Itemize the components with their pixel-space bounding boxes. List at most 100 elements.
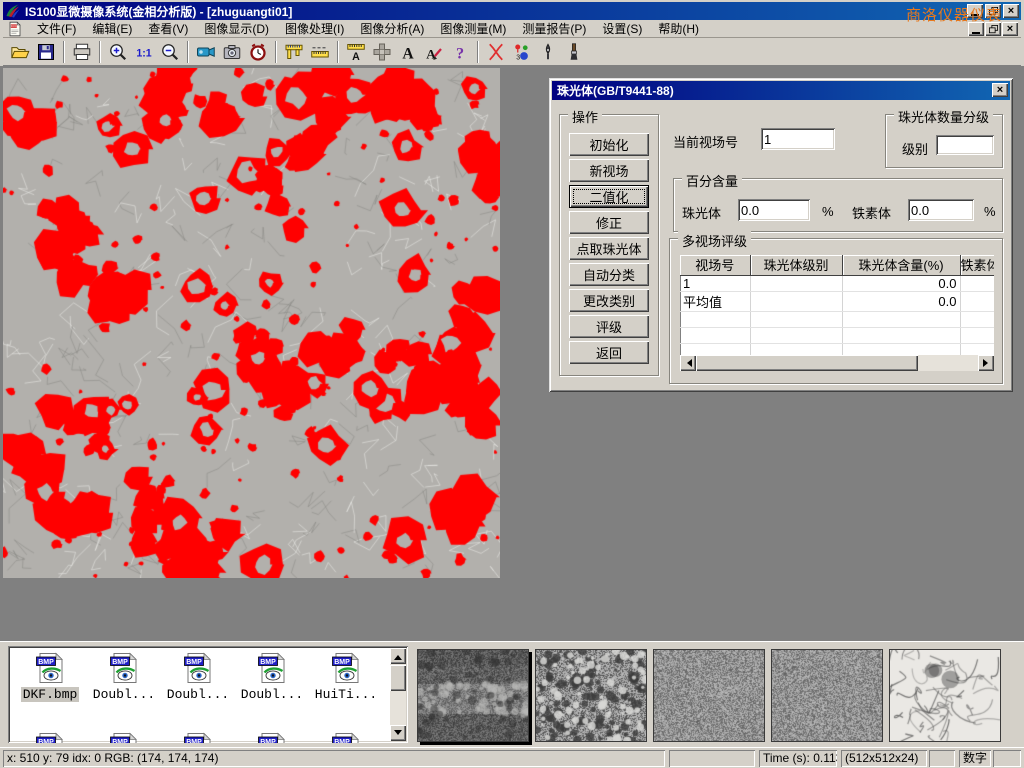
file-item-partial[interactable]: BMP	[162, 732, 234, 743]
vscroll-thumb[interactable]	[390, 665, 406, 691]
op-button-9[interactable]: 返回	[569, 341, 649, 364]
tool-count-tool-button[interactable]: 3	[509, 40, 535, 64]
mdi-minimize-button[interactable]	[968, 22, 984, 36]
dialog-title-bar[interactable]: 珠光体(GB/T9441-88) ×	[552, 81, 1010, 100]
tool-open-folder-button[interactable]	[7, 40, 33, 64]
table-col-header[interactable]: 珠光体含量(%)	[842, 255, 960, 275]
op-button-7[interactable]: 更改类别	[569, 289, 649, 312]
table-col-header[interactable]: 视场号	[680, 255, 750, 275]
table-row[interactable]	[680, 343, 994, 355]
scroll-left-button[interactable]	[680, 355, 696, 371]
file-scroll-down-button[interactable]	[390, 725, 406, 741]
menu-item-5[interactable]: 图像处理(I)	[277, 19, 352, 38]
file-item[interactable]: BMPDoubl...	[162, 652, 234, 702]
document-icon[interactable]: DOC	[7, 21, 23, 37]
window-title: IS100显微摄像系统(金相分析版) - [zhuguangti01]	[25, 3, 292, 20]
op-button-6[interactable]: 自动分类	[569, 263, 649, 286]
hscroll-thumb[interactable]	[696, 355, 918, 371]
svg-text:BMP: BMP	[186, 739, 202, 743]
menu-item-9[interactable]: 设置(S)	[594, 19, 650, 38]
table-hscrollbar[interactable]	[680, 355, 994, 371]
tool-save-button[interactable]	[33, 40, 59, 64]
file-item[interactable]: BMPDKF.bmp	[14, 652, 86, 702]
video-camera-icon	[196, 42, 216, 62]
file-list-vscrollbar[interactable]	[390, 648, 406, 741]
menu-item-4[interactable]: 图像显示(D)	[196, 19, 277, 38]
tool-annotate-button[interactable]: A	[421, 40, 447, 64]
mdi-close-button[interactable]: ×	[1002, 22, 1018, 36]
ferrite-percent-input[interactable]	[908, 199, 974, 221]
table-row[interactable]: 10.0	[680, 275, 994, 291]
menu-item-7[interactable]: 图像测量(M)	[432, 19, 514, 38]
tool-brush-tool-button[interactable]	[561, 40, 587, 64]
grade-group: 珠光体数量分级 级别	[885, 114, 1003, 168]
thumbnail-5[interactable]	[889, 649, 1001, 742]
file-item-partial[interactable]: BMP	[14, 732, 86, 743]
tool-zoom-out-button[interactable]	[157, 40, 183, 64]
table-row[interactable]	[680, 327, 994, 343]
thumbnail-2[interactable]	[535, 649, 647, 742]
table-cell	[960, 311, 994, 327]
dialog-close-button[interactable]: ×	[992, 83, 1008, 97]
bmp-file-icon: BMP	[182, 652, 214, 684]
status-bar: x: 510 y: 79 idx: 0 RGB: (174, 174, 174)…	[0, 747, 1024, 768]
close-button[interactable]: ×	[1003, 4, 1019, 18]
current-view-input[interactable]	[761, 128, 835, 150]
tool-pen-tool-button[interactable]	[535, 40, 561, 64]
tool-curve-tool-button[interactable]	[483, 40, 509, 64]
file-list[interactable]: BMPDKF.bmpBMPDoubl...BMPDoubl...BMPDoubl…	[8, 646, 408, 743]
file-scroll-up-button[interactable]	[390, 648, 406, 664]
tool-help-button[interactable]: ?	[447, 40, 473, 64]
file-item-partial[interactable]: BMP	[310, 732, 382, 743]
tool-video-camera-button[interactable]	[193, 40, 219, 64]
tool-caliper-button[interactable]	[281, 40, 307, 64]
table-row[interactable]	[680, 311, 994, 327]
file-item[interactable]: BMPHuiTi...	[310, 652, 382, 702]
scroll-right-button[interactable]	[978, 355, 994, 371]
op-button-2[interactable]: 新视场	[569, 159, 649, 182]
op-button-8[interactable]: 评级	[569, 315, 649, 338]
op-button-3[interactable]: 二值化	[569, 185, 649, 208]
thumbnail-1[interactable]	[417, 649, 529, 742]
menu-item-3[interactable]: 查看(V)	[140, 19, 196, 38]
grade-input[interactable]	[936, 135, 994, 155]
file-item[interactable]: BMPDoubl...	[236, 652, 308, 702]
tool-text-button[interactable]: A	[395, 40, 421, 64]
tool-grid-tool-button[interactable]	[369, 40, 395, 64]
menu-item-10[interactable]: 帮助(H)	[650, 19, 707, 38]
file-item[interactable]: BMPDoubl...	[88, 652, 160, 702]
dialog-title: 珠光体(GB/T9441-88)	[557, 82, 674, 99]
table-cell	[750, 291, 842, 311]
micrograph-canvas[interactable]	[3, 68, 500, 578]
thumbnail-3[interactable]	[653, 649, 765, 742]
mdi-restore-button[interactable]	[985, 22, 1001, 36]
op-button-5[interactable]: 点取珠光体	[569, 237, 649, 260]
op-button-1[interactable]: 初始化	[569, 133, 649, 156]
minimize-button[interactable]	[967, 4, 983, 18]
menu-item-1[interactable]: 文件(F)	[29, 19, 84, 38]
tool-ruler-button[interactable]	[307, 40, 333, 64]
menu-item-2[interactable]: 编辑(E)	[84, 19, 140, 38]
measure-font-icon: A	[346, 42, 366, 62]
multi-view-table-wrap[interactable]: 视场号珠光体级别珠光体含量(%)铁素体含量(%)10.0平均值0.0	[680, 255, 994, 355]
svg-text:BMP: BMP	[334, 659, 350, 666]
op-button-4[interactable]: 修正	[569, 211, 649, 234]
pearlite-percent-input[interactable]	[738, 199, 810, 221]
tool-zoom-in-button[interactable]	[105, 40, 131, 64]
menu-item-6[interactable]: 图像分析(A)	[352, 19, 432, 38]
file-item-partial[interactable]: BMP	[88, 732, 160, 743]
table-cell	[960, 291, 994, 311]
table-col-header[interactable]: 铁素体含量(%)	[960, 255, 994, 275]
tool-clock-button[interactable]	[245, 40, 271, 64]
table-col-header[interactable]: 珠光体级别	[750, 255, 842, 275]
file-item-partial[interactable]: BMP	[236, 732, 308, 743]
tool-capture-camera-button[interactable]	[219, 40, 245, 64]
table-row[interactable]: 平均值0.0	[680, 291, 994, 311]
thumbnail-4[interactable]	[771, 649, 883, 742]
menu-item-8[interactable]: 测量报告(P)	[514, 19, 594, 38]
restore-button[interactable]	[985, 4, 1001, 18]
svg-text:BMP: BMP	[38, 739, 54, 743]
tool-print-button[interactable]	[69, 40, 95, 64]
tool-measure-font-button[interactable]: A	[343, 40, 369, 64]
tool-actual-size-button[interactable]: 1:1	[131, 40, 157, 64]
